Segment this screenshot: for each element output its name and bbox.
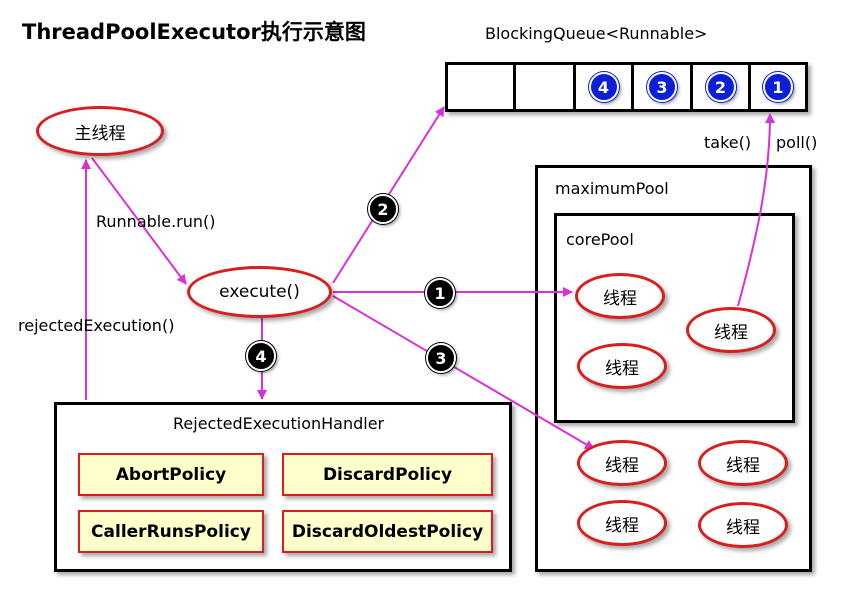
take-label: take() (704, 133, 752, 152)
extra-thread-3: 线程 (577, 500, 667, 546)
poll-label: poll() (776, 133, 818, 152)
step-badge-2: 2 (368, 194, 398, 224)
extra-thread-1: 线程 (577, 440, 667, 486)
runnable-run-label: Runnable.run() (96, 212, 216, 231)
extra-thread-4: 线程 (698, 502, 788, 548)
step-badge-1: 1 (425, 278, 455, 308)
arrow-execute-to-max-thread (332, 295, 595, 450)
core-thread-2: 线程 (577, 343, 667, 389)
execute-node: execute() (187, 266, 332, 318)
core-thread-1: 线程 (575, 273, 665, 319)
step-badge-3: 3 (426, 343, 456, 373)
main-thread-node: 主线程 (36, 106, 164, 156)
extra-thread-2: 线程 (698, 440, 788, 486)
core-thread-3: 线程 (686, 307, 776, 353)
rejected-execution-label: rejectedExecution() (18, 316, 175, 335)
step-badge-4: 4 (246, 341, 276, 371)
